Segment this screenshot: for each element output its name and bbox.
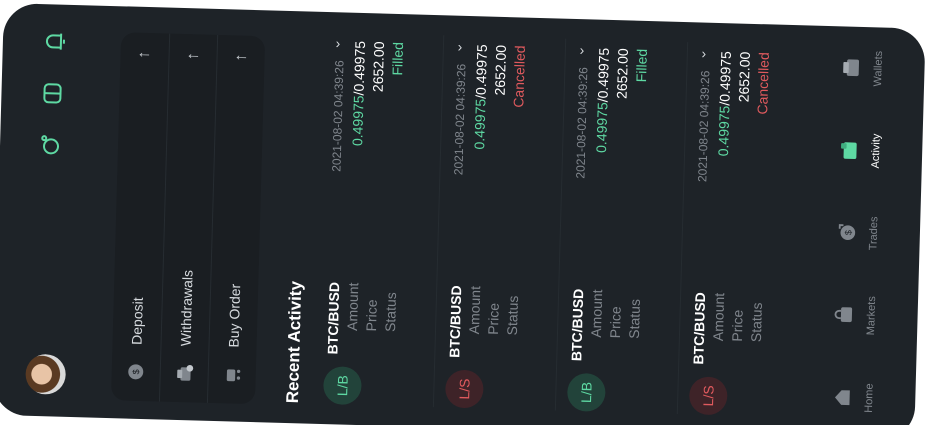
amount-filled: 0.49975 [715,105,733,157]
top-bar [0,3,114,418]
order-type-badge: L/B [322,366,362,406]
activity-card[interactable]: L/S BTC/BUSD Amount Price Status 2021-08-02 0… [444,36,567,411]
nav-home[interactable]: Home [830,362,876,425]
status-value: Filled [633,48,650,83]
quick-actions: $ Deposit ↑ Withdrawals ↑ Buy Order ↑ [110,32,267,405]
pair-label: BTC/BUSD [446,285,465,358]
nav-trades-label: Trades [867,216,881,251]
amount-total: /0.49975 [472,44,491,100]
nav-wallets[interactable]: Wallets [840,33,886,104]
activity-card[interactable]: L/B BTC/BUSD Amount Price Status 2021-08-02 0… [566,39,689,414]
price-value: 2652.00 [613,48,631,100]
price-value: 2652.00 [735,51,753,103]
order-type-badge: L/S [444,369,484,409]
amount-filled: 0.49975 [593,102,611,154]
home-icon [834,390,850,405]
svg-text:$: $ [131,369,141,374]
chevron-up-icon[interactable]: › [335,35,340,51]
amount-value: 0.49975/0.49975 [471,44,490,150]
status-value: Cancelled [510,45,529,108]
nav-activity-label: Activity [869,133,883,169]
amount-label: Amount [587,289,606,338]
price-value: 2652.00 [491,44,510,96]
app-view: $ Deposit ↑ Withdrawals ↑ Buy Order ↑ Re… [0,3,926,425]
order-type-badge: L/S [688,376,728,416]
arrow-icon: ↑ [232,53,250,62]
notification-icon[interactable] [39,26,70,57]
trades-icon: $ [838,224,856,241]
wallets-icon [843,59,860,77]
buy-order-action[interactable]: Buy Order ↑ [206,34,267,405]
amount-filled: 0.49975 [471,98,489,150]
top-icons [36,26,70,161]
price-label: Price [362,299,380,332]
status-value: Filled [389,41,407,76]
chevron-up-icon[interactable]: › [457,38,462,54]
nav-markets[interactable]: Markets [833,280,879,351]
withdraw-icon [174,358,195,389]
nav-activity[interactable]: Activity [837,115,883,186]
amount-total: /0.49975 [350,40,369,96]
chevron-up-icon[interactable]: › [701,45,706,61]
card-icon[interactable] [37,78,68,109]
withdrawals-label: Withdrawals [177,269,196,347]
status-label: Status [503,295,522,336]
activity-icon [841,141,857,159]
pair-label: BTC/BUSD [324,281,343,355]
amount-value: 0.49975/0.49975 [593,48,612,154]
markets-icon [834,307,853,323]
timestamp: 2021-08-02 04:39:26 [695,70,713,183]
nav-trades[interactable]: $ Trades [835,197,881,268]
nav-markets-label: Markets [865,296,879,336]
arrow-icon: ↑ [135,50,153,60]
phone-frame: $ Deposit ↑ Withdrawals ↑ Buy Order ↑ Re… [0,3,926,425]
amount-total: /0.49975 [716,50,734,106]
timestamp: 2021-08-02 04:39:26 [329,60,347,172]
price-label: Price [606,306,624,339]
chevron-up-icon[interactable]: › [579,41,584,57]
deposit-label: Deposit [128,297,146,346]
avatar[interactable] [25,353,67,395]
svg-text:$: $ [843,230,853,235]
pair-label: BTC/BUSD [690,291,709,365]
pair-label: BTC/BUSD [568,288,587,362]
amount-filled: 0.49975 [349,95,367,147]
status-label: Status [381,291,400,333]
nav-home-label: Home [862,383,876,413]
activity-card[interactable]: L/S BTC/BUSD Amount Price Status 2021-08-02 0… [688,42,811,417]
amount-value: 0.49975/0.49975 [349,41,368,147]
arrow-icon: ↑ [184,52,202,61]
price-label: Price [728,309,746,342]
status-label: Status [747,302,765,343]
buy-order-label: Buy Order [225,283,244,348]
amount-label: Amount [709,292,728,342]
nav-wallets-label: Wallets [872,50,886,87]
timestamp: 2021-08-02 04:39:26 [573,67,591,179]
status-label: Status [625,298,643,339]
bottom-nav: Home Markets $ Trades Activity Wallets [814,26,925,425]
amount-value: 0.49975/0.49975 [715,51,734,157]
price-label: Price [484,302,502,336]
search-icon[interactable] [36,130,67,161]
timestamp: 2021-08-02 04:39:26 [451,63,469,176]
amount-label: Amount [343,282,362,332]
amount-total: /0.49975 [594,47,612,103]
activity-card[interactable]: L/B BTC/BUSD Amount Price Status 2021-08-02 0… [322,32,445,407]
coin-icon: $ [125,357,146,388]
recent-activity-title: Recent Activity [282,280,306,404]
order-type-badge: L/B [566,372,606,412]
status-value: Cancelled [754,52,772,115]
cart-icon [222,359,243,390]
price-value: 2652.00 [369,41,388,93]
amount-label: Amount [465,285,484,335]
screen: $ Deposit ↑ Withdrawals ↑ Buy Order ↑ Re… [0,0,930,425]
